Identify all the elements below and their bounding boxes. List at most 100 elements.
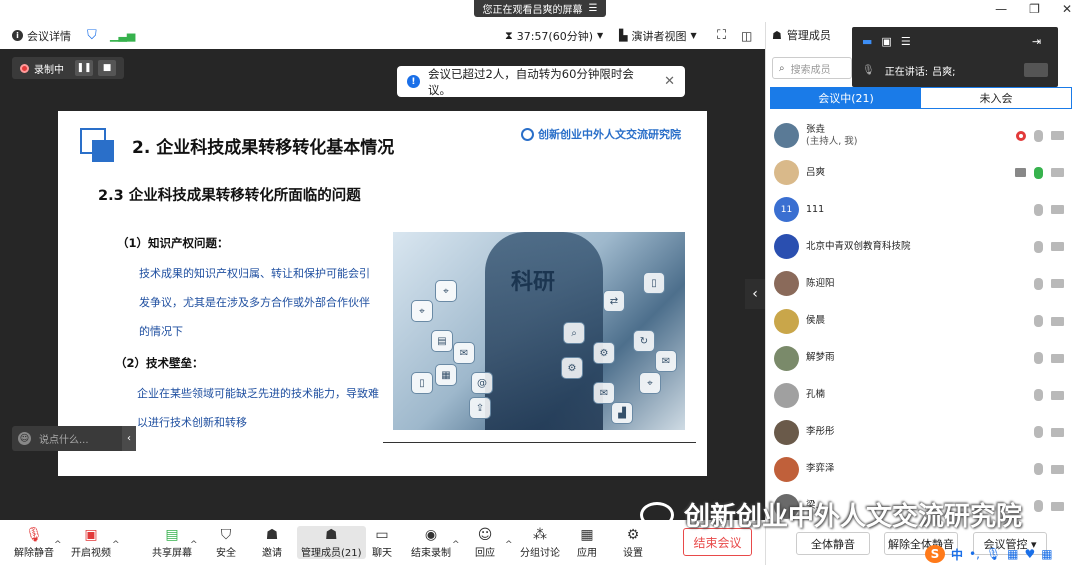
breakout-button[interactable]: ⁂ 分组讨论 — [520, 526, 560, 559]
tab-not-joined[interactable]: 未入会 — [921, 88, 1071, 108]
exit-icon[interactable]: ⇥ — [1032, 35, 1041, 48]
collapse-panel-button[interactable]: ‹ — [745, 279, 765, 309]
mail-icon: ✉ — [593, 382, 615, 404]
punctuation-icon[interactable]: •, — [969, 547, 980, 561]
security-button[interactable]: ⛉ 安全 — [216, 526, 236, 559]
mic-muted-icon[interactable] — [1034, 389, 1043, 402]
mic-muted-icon[interactable] — [1034, 240, 1043, 253]
member-status-icons — [1034, 277, 1064, 290]
pause-recording-button[interactable]: ❚❚ — [75, 60, 93, 76]
meeting-timer[interactable]: ⧗ 37:57(60分钟) ▼ — [505, 28, 603, 44]
camera-off-icon[interactable] — [1051, 131, 1064, 141]
signal-icon[interactable]: ▁▃▅ — [110, 29, 135, 42]
search-input[interactable]: ⌕ 搜索成员 — [772, 57, 852, 79]
fullscreen-icon[interactable]: ⛶ — [717, 28, 726, 43]
camera-off-icon[interactable] — [1051, 427, 1064, 437]
chevron-up-icon[interactable]: ^ — [452, 540, 460, 550]
member-row[interactable]: 孔楠 — [766, 377, 1076, 414]
apps-button[interactable]: ▦ 应用 — [577, 526, 597, 559]
apps-icon: ▦ — [580, 527, 594, 543]
invite-button[interactable]: ☗ 邀请 — [262, 526, 282, 559]
member-name-block: 解梦雨 — [806, 352, 835, 364]
mute-all-button[interactable]: 全体静音 — [796, 532, 870, 555]
mic-on-icon[interactable] — [1034, 166, 1043, 179]
list-icon[interactable]: ☰ — [901, 35, 911, 48]
member-row[interactable]: 李彤彤 — [766, 414, 1076, 451]
grid-icon[interactable]: ▦ — [1041, 547, 1052, 561]
shield-icon[interactable]: ⛉ — [87, 28, 97, 43]
view-switch-button[interactable]: ▙ 演讲者视图 ▼ — [619, 28, 697, 44]
chat-placeholder[interactable]: 说点什么... — [39, 431, 89, 446]
camera-off-icon[interactable] — [1051, 390, 1064, 400]
chevron-up-icon[interactable]: ^ — [54, 540, 62, 550]
restore-button[interactable]: ❐ — [1029, 2, 1040, 16]
minimize-button[interactable]: — — [995, 2, 1007, 16]
member-name-block: 陈迎阳 — [806, 278, 835, 290]
collapse-chat-icon[interactable]: ‹ — [122, 426, 136, 451]
camera-off-icon[interactable] — [1051, 242, 1064, 252]
mic-muted-icon[interactable] — [1034, 426, 1043, 439]
close-button[interactable]: ✕ — [1062, 2, 1072, 16]
end-recording-button[interactable]: ◉ 结束录制 — [411, 526, 451, 559]
member-status-icons — [1034, 315, 1064, 328]
ime-lang[interactable]: 中 — [951, 546, 963, 563]
sidebar-toggle-icon[interactable]: ◫ — [741, 29, 752, 43]
video-button[interactable]: ▣ 开启视频 — [71, 526, 111, 559]
member-row[interactable]: 11 111 — [766, 191, 1076, 228]
camera-off-icon[interactable] — [1051, 316, 1064, 326]
mic-muted-icon[interactable] — [1034, 352, 1043, 365]
minimize-icon[interactable]: ▬ — [862, 35, 872, 48]
camera-off-icon[interactable] — [1051, 353, 1064, 363]
record-dot-icon — [20, 63, 29, 73]
mic-muted-icon[interactable] — [1034, 500, 1043, 513]
menu-icon[interactable]: ☰ — [589, 3, 598, 14]
member-status-icons — [1034, 389, 1064, 402]
network-icon: ⚙ — [593, 342, 615, 364]
skin-icon[interactable]: ♥ — [1025, 547, 1036, 561]
chevron-up-icon[interactable]: ^ — [505, 540, 513, 550]
mic-icon[interactable]: 🎙 — [986, 547, 1001, 561]
avatar — [774, 271, 799, 297]
mic-muted-icon[interactable] — [1034, 129, 1043, 142]
keyboard-icon[interactable]: ▦ — [1007, 547, 1018, 561]
unmute-button[interactable]: 🎙 解除静音 — [14, 526, 54, 559]
mic-muted-icon[interactable] — [1034, 315, 1043, 328]
member-row[interactable]: 解梦雨 — [766, 340, 1076, 377]
member-row[interactable]: 吕爽 — [766, 154, 1076, 191]
chevron-up-icon[interactable]: ^ — [190, 540, 198, 550]
breakout-label: 分组讨论 — [520, 548, 560, 559]
chat-button[interactable]: ▭ 聊天 — [372, 526, 392, 559]
chat-input-bar[interactable]: ☺ 说点什么... ‹ — [12, 426, 136, 451]
member-row[interactable]: 北京中青双创教育科技院 — [766, 228, 1076, 265]
meeting-details-button[interactable]: i 会议详情 — [12, 28, 71, 44]
chevron-up-icon[interactable]: ^ — [112, 540, 120, 550]
member-row[interactable]: 侯晨 — [766, 302, 1076, 339]
member-row[interactable]: 张垚 (主持人, 我) — [766, 117, 1076, 154]
stop-recording-button[interactable]: ■ — [98, 60, 116, 76]
mic-muted-icon[interactable] — [1034, 277, 1043, 290]
camera-off-icon[interactable] — [1051, 464, 1064, 474]
slide-paragraph-2: 企业在某些领域可能缺乏先进的技术能力，导致难以进行技术创新和转移 — [137, 387, 379, 429]
member-row[interactable]: 陈迎阳 — [766, 265, 1076, 302]
reaction-button[interactable]: ☺ 回应 — [475, 526, 495, 559]
member-name-block: 111 — [806, 204, 824, 216]
tab-in-meeting[interactable]: 会议中(21) — [771, 88, 921, 108]
mic-icon: 🎙 — [862, 65, 875, 76]
speaking-name: 吕爽; — [932, 67, 956, 78]
manage-members-button[interactable]: ☗ 管理成员(21) — [297, 526, 366, 559]
emoji-icon[interactable]: ☺ — [18, 432, 31, 445]
sogou-logo-icon[interactable]: S — [925, 545, 945, 563]
slide-logo-text: 创新创业中外人文交流研究院 — [538, 128, 681, 141]
presentation-slide: 2. 企业科技成果转移转化基本情况 创新创业中外人文交流研究院 2.3 企业科技… — [58, 111, 707, 476]
camera-off-icon[interactable] — [1051, 205, 1064, 215]
close-icon[interactable]: ✕ — [664, 74, 675, 89]
camera-off-icon[interactable] — [1051, 501, 1064, 511]
mic-muted-icon[interactable] — [1034, 463, 1043, 476]
camera-off-icon[interactable] — [1051, 279, 1064, 289]
share-screen-button[interactable]: ▤ 共享屏幕 — [152, 526, 192, 559]
window-icon[interactable]: ▣ — [881, 35, 891, 48]
chat-label: 聊天 — [372, 548, 392, 559]
member-row[interactable]: 李弈泽 — [766, 451, 1076, 488]
mic-muted-icon[interactable] — [1034, 203, 1043, 216]
camera-off-icon[interactable] — [1051, 168, 1064, 178]
